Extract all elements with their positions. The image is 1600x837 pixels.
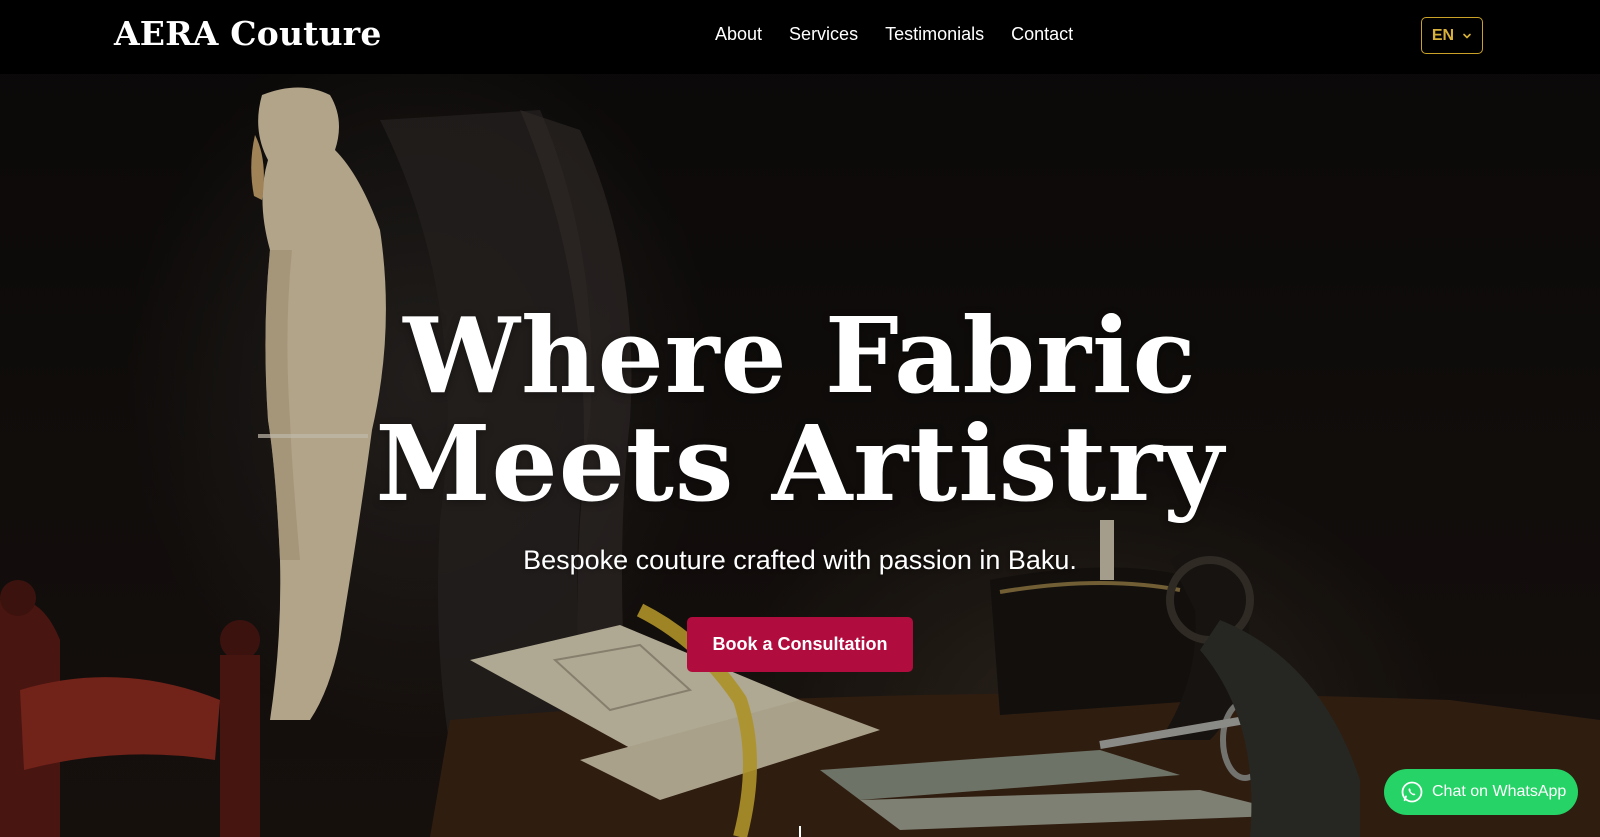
landing-page: AERA Couture About Services Testimonials… [0,0,1600,837]
hero-headline-line-2: Meets Artistry [375,402,1225,525]
book-consultation-button[interactable]: Book a Consultation [687,617,913,672]
nav-link-contact[interactable]: Contact [1011,24,1073,45]
whatsapp-chat-label: Chat on WhatsApp [1432,783,1567,800]
nav-link-services[interactable]: Services [789,24,858,45]
brand-logo[interactable]: AERA Couture [114,14,382,53]
language-selector[interactable]: EN [1421,17,1483,54]
scroll-indicator [799,826,801,837]
main-nav: About Services Testimonials Contact [715,24,1073,45]
top-navbar: AERA Couture About Services Testimonials… [0,0,1600,74]
hero-headline: Where Fabric Meets Artistry [0,302,1600,518]
whatsapp-chat-button[interactable]: Chat on WhatsApp [1384,769,1578,815]
whatsapp-icon [1401,781,1423,803]
nav-link-testimonials[interactable]: Testimonials [885,24,984,45]
language-selected-label: EN [1431,26,1455,44]
hero-headline-line-1: Where Fabric [403,294,1197,417]
hero-subheadline: Bespoke couture crafted with passion in … [523,545,1077,575]
chevron-down-icon [1463,33,1471,38]
nav-link-about[interactable]: About [715,24,762,45]
